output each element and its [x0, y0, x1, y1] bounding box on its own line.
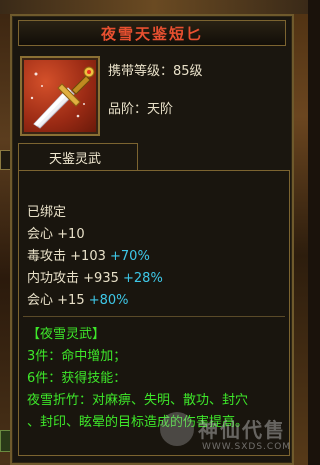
stat-label: 会心 [27, 227, 54, 242]
item-title-bar: 夜雪天鉴短匕 [18, 20, 286, 46]
watermark-text: 神仙代售 [198, 418, 286, 442]
stat-label: 毒攻击 [27, 249, 67, 264]
item-grade: 品阶：天阶 [108, 102, 174, 117]
set-bonus-3: 3件：命中增加； [27, 349, 127, 364]
stat-bonus: +70% [110, 249, 150, 264]
divider [23, 316, 285, 317]
stat-base: +103 [70, 249, 106, 264]
skill-description-1: 夜雪折竹：对麻痹、失明、散功、封穴 [27, 393, 249, 408]
item-icon-frame [20, 56, 100, 136]
tab-tianjian-lingwu[interactable]: 天鉴灵武 [18, 143, 138, 171]
stat-base: +15 [57, 293, 85, 308]
stat-bonus: +80% [88, 293, 129, 308]
stat-row: 毒攻击 +103 +70% [27, 245, 150, 264]
stat-row: 会心 +15 +80% [27, 289, 129, 308]
set-bonus-6: 6件：获得技能： [27, 371, 127, 386]
watermark: 神仙代售 WWW.SXDS.COM [160, 412, 300, 462]
stat-row: 会心 +10 [27, 223, 85, 242]
background-scenery-right [292, 0, 308, 465]
stat-bonus: +28% [123, 271, 163, 286]
stat-base: +935 [83, 271, 119, 286]
stat-label: 会心 [27, 293, 54, 308]
bound-status: 已绑定 [27, 205, 67, 220]
stat-row: 内功攻击 +935 +28% [27, 267, 163, 286]
dagger-icon [30, 66, 95, 129]
set-name: 【夜雪灵武】 [27, 327, 106, 342]
carry-level: 携带等级：85级 [108, 64, 203, 79]
item-tooltip-panel: 夜雪天鉴短匕 携带等级：85级 品阶：天阶 天鉴灵武 已绑定 会心 +10 毒攻… [10, 14, 294, 465]
watermark-url: WWW.SXDS.COM [202, 442, 292, 452]
tab-label: 天鉴灵武 [49, 152, 102, 167]
background-scenery-top [0, 0, 308, 14]
stat-label: 内功攻击 [27, 271, 80, 286]
watermark-logo-icon [160, 412, 194, 446]
item-name: 夜雪天鉴短匕 [100, 24, 203, 43]
stat-base: +10 [57, 227, 85, 242]
